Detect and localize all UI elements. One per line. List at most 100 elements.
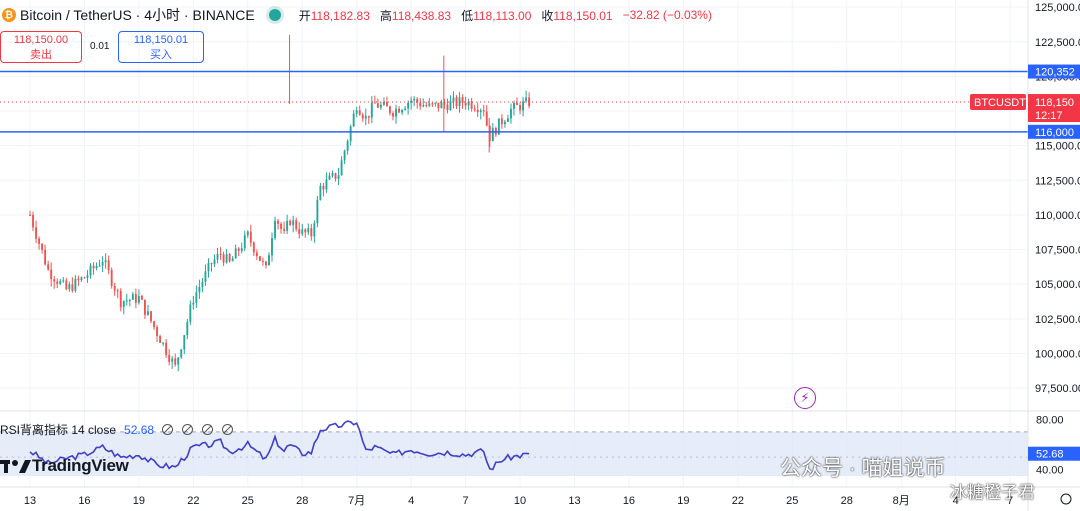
time-tick-label: 16 (623, 495, 635, 507)
ohlc-low: 低118,113.00 (461, 8, 532, 23)
time-tick-label: 19 (677, 495, 689, 507)
level-label: 120,352 (1035, 67, 1075, 79)
candle-body (140, 296, 143, 300)
candle-body (370, 102, 373, 118)
market-open-icon (268, 9, 281, 21)
candle-body (47, 264, 50, 270)
candle-body (334, 173, 337, 179)
time-tick-label: 16 (78, 495, 90, 507)
candle-body (65, 280, 68, 290)
candle-body (240, 248, 243, 251)
time-tick-label: 4 (408, 495, 414, 507)
time-tick-label: 13 (24, 495, 36, 507)
time-tick-label: 25 (242, 495, 254, 507)
time-tick-label: 7月 (348, 495, 365, 507)
buy-price: 118,150.01 (133, 34, 189, 46)
candle-body (513, 102, 515, 109)
candle-body (249, 231, 252, 243)
price-tick-label: 102,500.00 (1035, 314, 1080, 326)
candle-body (298, 229, 301, 234)
ohlc-high: 高118,438.83 (379, 8, 452, 23)
candle-body (491, 128, 494, 142)
candle-body (171, 358, 174, 362)
candle-body (261, 260, 264, 262)
candle-body (243, 235, 246, 249)
candle-body (322, 185, 325, 190)
candle-body (404, 108, 407, 110)
tradingview-logo[interactable]: TradingView (0, 456, 129, 476)
symbol-title[interactable]: Bitcoin / TetherUS · 4小时 · BINANCE (20, 5, 255, 25)
candle-body (446, 104, 449, 111)
candle-body (234, 248, 237, 259)
candle-body (144, 299, 146, 315)
candle-body (210, 263, 213, 265)
candle-body (425, 105, 428, 107)
candle-body (83, 277, 86, 279)
candle-body (401, 109, 404, 113)
candle-body (395, 108, 397, 117)
candle-body (59, 281, 62, 284)
candle-body (265, 261, 267, 266)
candle-body (464, 102, 467, 106)
price-tick-label: 115,000.00 (1035, 141, 1080, 153)
candle-body (422, 105, 425, 107)
candle-body (343, 150, 346, 161)
candle-body (228, 254, 231, 262)
candle-body (38, 238, 41, 244)
tradingview-logo-icon (0, 460, 31, 473)
source-icon[interactable] (202, 424, 214, 435)
candle-body (207, 263, 210, 272)
candle-body (119, 290, 122, 307)
candle-body (186, 321, 189, 336)
rsi-title[interactable]: RSI背离指标 14 close (0, 421, 116, 438)
time-axis: 13 16 19 22 25 28 7月 4 7 10 13 16 19 22 25 28 8月 4 7 (0, 486, 1080, 507)
ohlc-close: 收118,150.01 (541, 8, 613, 23)
candle-body (201, 281, 204, 288)
time-tick-label: 10 (514, 495, 526, 507)
candle-body (316, 199, 319, 224)
candle-body (225, 254, 228, 263)
flash-icon[interactable]: ⚡ (794, 387, 816, 409)
candle-body (277, 220, 279, 224)
time-tick-label: 28 (841, 495, 853, 507)
remove-icon[interactable] (222, 424, 234, 435)
candle-body (476, 109, 479, 113)
tradingview-logo-text: TradingView (32, 456, 129, 475)
candle-body (479, 110, 482, 113)
candle-body (364, 115, 367, 119)
settings-icon[interactable] (182, 424, 194, 435)
candle-body (159, 336, 162, 343)
candle-body (340, 160, 343, 176)
price-tick-label: 107,500.00 (1035, 245, 1080, 257)
candle-body (431, 103, 434, 105)
sell-label: 卖出 (30, 49, 52, 61)
candle-body (331, 173, 334, 176)
settings-gear-icon (1060, 493, 1072, 505)
sell-button[interactable]: 118,150.00 卖出 (0, 31, 82, 63)
buy-button[interactable]: 118,150.01 买入 (118, 31, 204, 63)
watermark-line1: 公众号 · 喵姐说币 (780, 457, 946, 480)
time-tick-label: 13 (568, 495, 580, 507)
candle-body (213, 259, 216, 265)
rsi-value-label: 52.68 (1036, 449, 1064, 461)
hide-icon[interactable] (162, 424, 174, 435)
last-price-label: 118,150 (1035, 97, 1074, 109)
candle-body (503, 121, 506, 125)
candle-body (53, 279, 56, 282)
candle-body (307, 228, 310, 233)
level-label: 116,000 (1035, 127, 1074, 139)
candle-body (92, 265, 95, 269)
candle-body (392, 113, 394, 117)
candle-body (153, 321, 155, 328)
candle-body (376, 103, 379, 108)
bitcoin-icon: ₿ (2, 8, 16, 22)
candle-body (255, 252, 258, 257)
candle-body (110, 270, 113, 286)
candle-body (507, 118, 509, 122)
candle-body (192, 302, 195, 305)
price-tick-label: 122,500.00 (1035, 37, 1080, 49)
candle-body (71, 284, 74, 291)
candle-body (219, 253, 222, 255)
candle-body (473, 108, 476, 110)
candle-body (310, 228, 313, 237)
